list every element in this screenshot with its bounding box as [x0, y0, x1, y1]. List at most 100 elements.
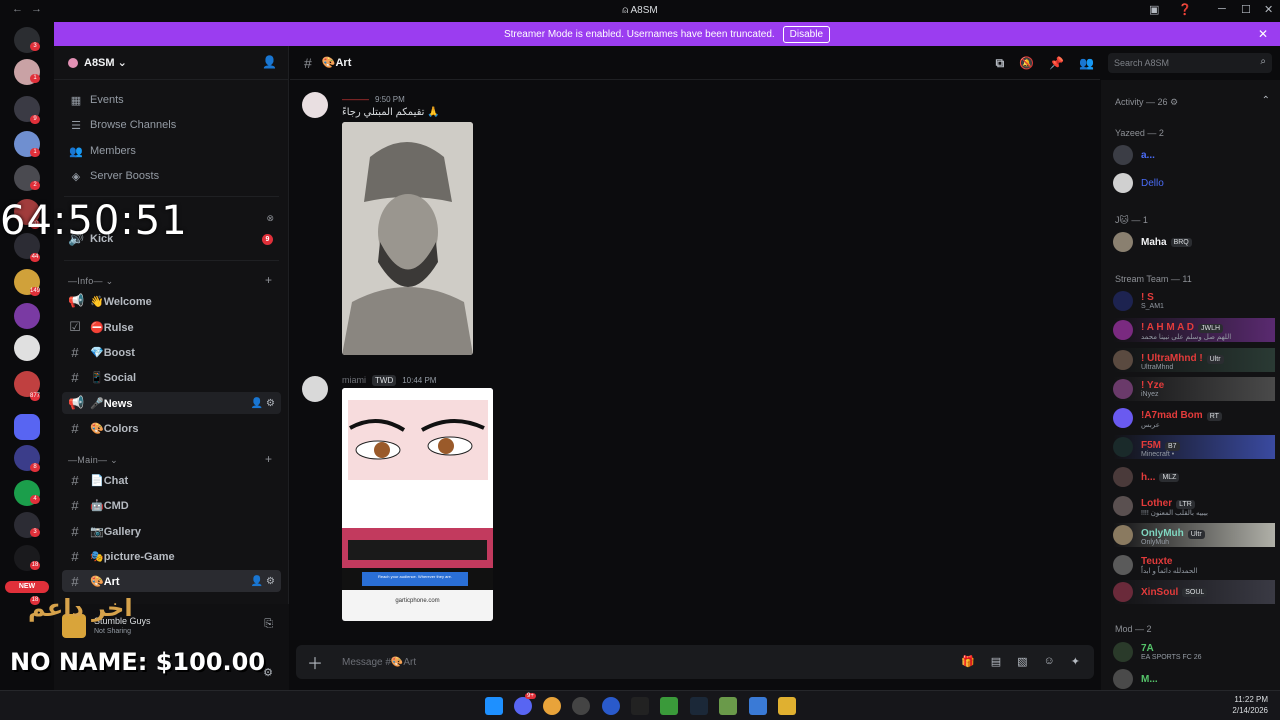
close-window-button[interactable]: ✕ — [1264, 3, 1273, 16]
avatar — [1113, 291, 1133, 311]
channel-social[interactable]: # 📱Social — [62, 366, 281, 388]
channel-art[interactable]: # 🎨Art 👤 ⚙ — [62, 570, 281, 592]
channel-welcome[interactable]: 📢 👋Welcome — [62, 290, 281, 312]
app-icon[interactable] — [631, 697, 649, 715]
hash-icon: # — [71, 369, 79, 385]
badge: 9+ — [525, 693, 536, 699]
chrome-icon[interactable] — [543, 697, 561, 715]
avatar — [1113, 320, 1133, 340]
gif-icon[interactable]: ▤ — [991, 655, 1001, 668]
member-item[interactable]: Dello — [1113, 171, 1273, 195]
channel-picture-game[interactable]: # 🎭picture-Game — [62, 545, 281, 567]
steam-icon[interactable] — [690, 697, 708, 715]
badge: 877 — [30, 392, 41, 401]
image-attachment-portrait[interactable] — [342, 122, 473, 355]
help-icon[interactable]: ❓ — [1178, 3, 1192, 16]
category-main[interactable]: —Main— ⌄ — [68, 455, 118, 466]
category-info[interactable]: —Info— ⌄ — [68, 276, 113, 287]
threads-icon[interactable]: ⧉ — [996, 56, 1005, 71]
server-icon[interactable] — [14, 335, 40, 361]
member-item[interactable]: a... — [1113, 143, 1273, 167]
server-icon[interactable] — [14, 303, 40, 329]
close-icon[interactable]: ⊗ — [266, 213, 274, 224]
channel-cmd[interactable]: # 🤖CMD — [62, 494, 281, 516]
pin-icon[interactable]: 📌 — [1049, 56, 1064, 71]
minecraft-icon[interactable] — [660, 697, 678, 715]
activity-header[interactable]: Activity — 26 ⚙ — [1115, 97, 1178, 108]
channel-settings-icon[interactable]: 👤 ⚙ — [251, 398, 275, 409]
screen-share-icon[interactable]: ⎘ — [264, 618, 273, 631]
chevron-up-icon[interactable]: ⌃ — [1262, 95, 1270, 106]
channel-settings-icon[interactable]: 👤 ⚙ — [251, 576, 275, 587]
avatar[interactable] — [302, 376, 328, 402]
invite-icon[interactable]: 👤 — [262, 55, 277, 69]
member-item[interactable]: ! S S_AM1 — [1113, 289, 1273, 313]
member-list-icon[interactable]: 👥 — [1079, 56, 1094, 71]
menu-server-boosts[interactable]: ◈ Server Boosts — [68, 165, 159, 187]
apps-icon[interactable]: ✦ — [1071, 655, 1080, 668]
member-item[interactable]: Lother LTR!!!! بيبيه بالقلب المعنون — [1113, 494, 1273, 518]
server-header[interactable]: A8SM ⌄ 👤 — [54, 46, 289, 80]
search-input[interactable]: Search A8SM ⌕ — [1108, 53, 1272, 73]
sketch-image — [342, 122, 473, 355]
members-icon: 👥 — [69, 145, 83, 158]
folder-icon[interactable] — [14, 414, 40, 440]
avatar — [1113, 555, 1133, 575]
channel-boost[interactable]: # 💎Boost — [62, 341, 281, 363]
minimize-button[interactable]: ─ — [1218, 3, 1226, 15]
app-icon[interactable] — [719, 697, 737, 715]
close-icon[interactable]: ✕ — [1258, 27, 1268, 41]
menu-browse-channels[interactable]: ☰ Browse Channels — [68, 114, 176, 136]
channel-header: # 🎨Art ⧉ 🔕 📌 👥 — [290, 46, 1100, 80]
guild-tag: TWD — [372, 375, 397, 386]
image-attachment-drawing[interactable]: Reach your audience. Wherever they are. … — [342, 388, 493, 621]
hash-icon: # — [71, 420, 79, 436]
add-channel-icon[interactable]: + — [265, 452, 272, 466]
avatar — [1113, 408, 1133, 428]
maximize-button[interactable]: ☐ — [1241, 3, 1251, 16]
member-item[interactable]: Maha BRQ — [1113, 230, 1273, 254]
channel-rules[interactable]: ☑ ⛔Rulse — [62, 316, 281, 338]
app-icon[interactable] — [602, 697, 620, 715]
member-item[interactable]: XinSoul SOUL — [1113, 580, 1275, 604]
menu-members[interactable]: 👥 Members — [68, 140, 136, 162]
gift-icon[interactable]: 🎁 — [961, 655, 975, 668]
member-item[interactable]: F5M B7 Minecraft • — [1113, 435, 1275, 459]
add-attachment-button[interactable]: ＋ — [296, 650, 334, 674]
author-name[interactable]: ——— — [342, 94, 369, 104]
channel-gallery[interactable]: # 📷Gallery — [62, 520, 281, 542]
divider — [64, 260, 279, 261]
disable-button[interactable]: Disable — [782, 25, 831, 43]
member-item[interactable]: !A7mad Bom RT عربس — [1113, 406, 1273, 430]
system-clock[interactable]: 11:22 PM 2/14/2026 — [1232, 694, 1268, 716]
message-composer[interactable]: ＋ Message #🎨Art 🎁 ▤ ▧ ☺ ✦ — [296, 645, 1094, 679]
member-item[interactable]: Teuxte الحمدلله دائماً و ابداً — [1113, 553, 1273, 577]
avatar — [1113, 582, 1133, 602]
sticker-icon[interactable]: ▧ — [1017, 655, 1027, 668]
start-icon[interactable] — [485, 697, 503, 715]
message-input[interactable]: Message #🎨Art — [342, 657, 416, 668]
hash-icon: # — [71, 523, 79, 539]
author-name[interactable]: miami — [342, 375, 366, 385]
member-item[interactable]: M... — [1113, 667, 1273, 691]
emoji-icon[interactable]: ☺ — [1044, 655, 1055, 668]
member-item[interactable]: h... MLZ — [1113, 465, 1273, 489]
avatar — [1113, 173, 1133, 193]
add-channel-icon[interactable]: + — [265, 273, 272, 287]
member-item[interactable]: ! UltraMhnd ! Ultr UltraMhnd — [1113, 348, 1275, 372]
channel-news[interactable]: 📢 🎤News 👤 ⚙ — [62, 392, 281, 414]
app-icon[interactable] — [572, 697, 590, 715]
channel-colors[interactable]: # 🎨Colors — [62, 417, 281, 439]
channel-chat[interactable]: # 📄Chat — [62, 469, 281, 491]
avatar[interactable] — [302, 92, 328, 118]
member-item[interactable]: ! A H M A D JWLH اللهم صل وسلم على نبينا م… — [1113, 318, 1275, 342]
member-item[interactable]: OnlyMuh Ultr OnlyMuh — [1113, 523, 1275, 547]
mute-icon[interactable]: 🔕 — [1019, 56, 1034, 71]
menu-events[interactable]: ▦ Events — [68, 89, 124, 111]
discord-icon[interactable] — [514, 697, 532, 715]
member-item[interactable]: ! Yze iNyez — [1113, 377, 1275, 401]
app-icon[interactable] — [749, 697, 767, 715]
member-item[interactable]: 7A EA SPORTS FC 26 — [1113, 640, 1273, 664]
file-explorer-icon[interactable] — [778, 697, 796, 715]
inbox-icon[interactable]: ▣ — [1149, 3, 1159, 16]
